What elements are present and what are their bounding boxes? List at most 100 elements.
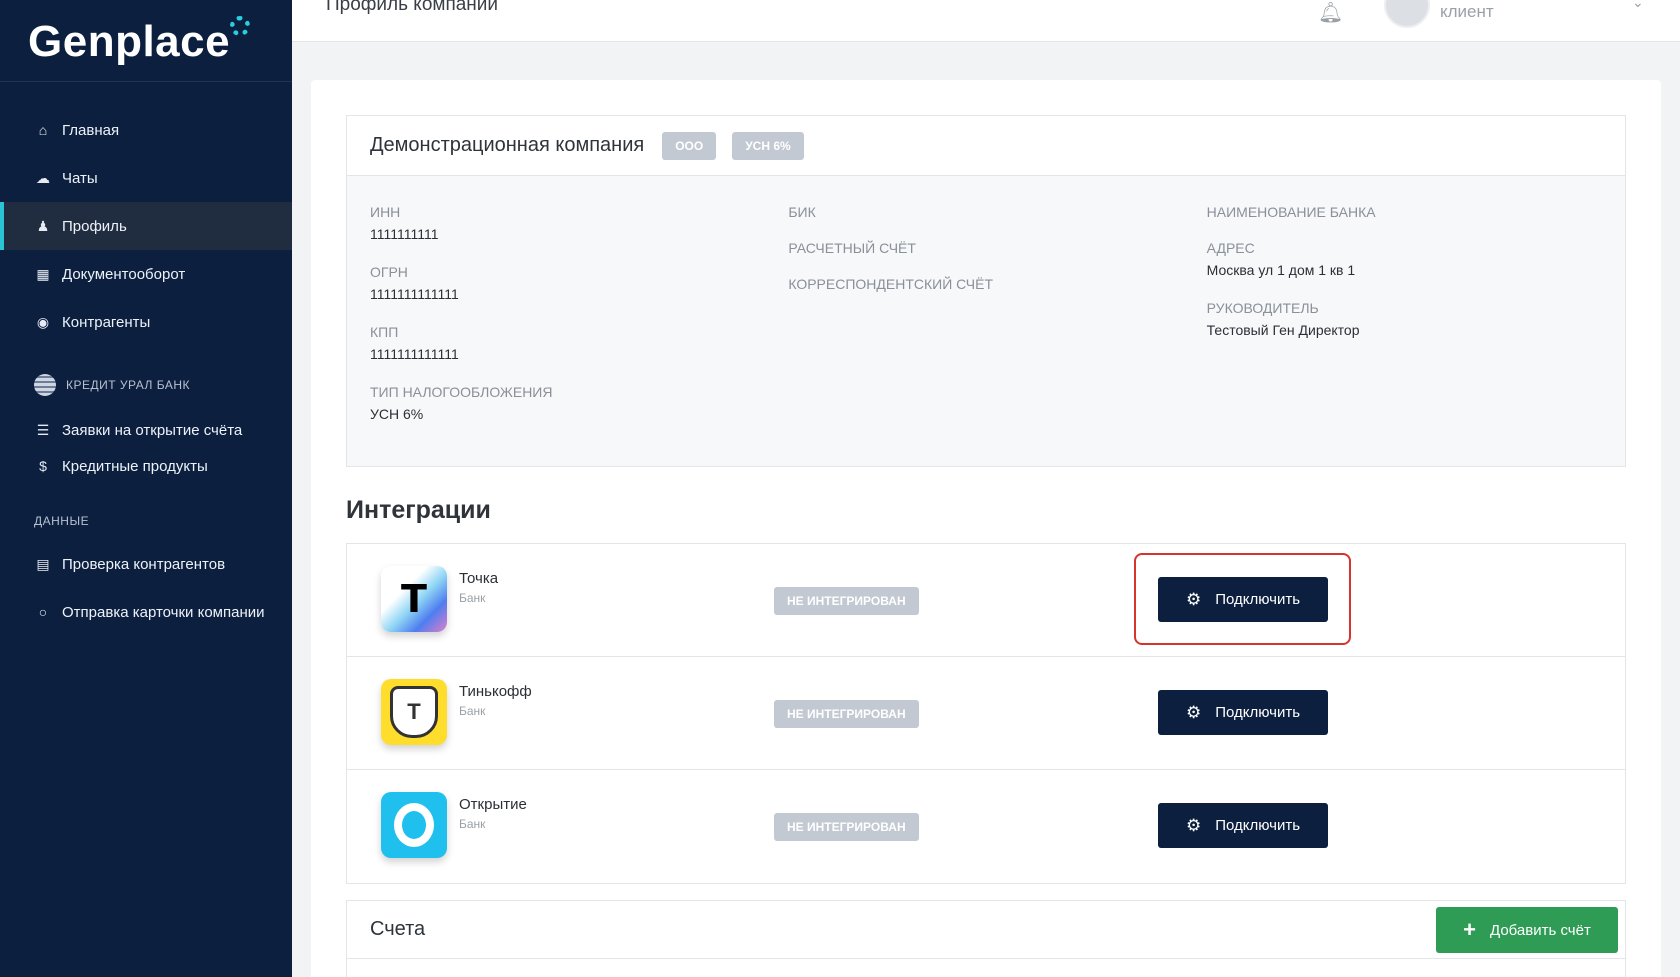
home-icon: ⌂: [38, 122, 48, 138]
sidebar-item-home[interactable]: ⌂ Главная: [0, 106, 292, 154]
accounts-header: Счета + Добавить счёт: [347, 901, 1625, 959]
logo-mark-icon: [230, 16, 251, 36]
list-icon: ☰: [36, 421, 50, 438]
profile-icon: ♟: [36, 217, 50, 234]
documents-icon: ▦: [36, 265, 50, 282]
otkritie-ring: [394, 803, 434, 847]
sidebar: Genplace ⌂ Главная ☁ Чаты ♟ Профиль ▦ До…: [0, 0, 292, 977]
bell-icon[interactable]: 🔔︎: [1318, 0, 1343, 25]
bank-name-label: НАИМЕНОВАНИЕ БАНКА: [1206, 204, 1376, 220]
page-title: Профиль компании: [326, 0, 499, 15]
sidebar-item-chats[interactable]: ☁ Чаты: [0, 154, 292, 202]
add-account-label: Добавить счёт: [1490, 921, 1591, 939]
connect-button[interactable]: ⚙ Подключить: [1158, 803, 1328, 848]
chat-icon: ☁: [36, 169, 50, 186]
connect-button-label: Подключить: [1215, 704, 1301, 721]
user-role[interactable]: клиент: [1440, 2, 1494, 22]
logo-text: Genplace: [28, 17, 231, 66]
settlement-account-label: РАСЧЕТНЫЙ СЧЁТ: [788, 240, 916, 256]
bank-logo-icon: [34, 374, 56, 396]
ogrn-label: ОГРН: [370, 264, 408, 280]
connect-button-label: Подключить: [1215, 817, 1301, 834]
details-column-1: ИНН 1111111111 ОГРН 1111111111111 КПП 11…: [370, 204, 788, 444]
tax-type-value: УСН 6%: [370, 406, 424, 422]
connect-button[interactable]: ⚙ Подключить: [1158, 577, 1328, 622]
address-value: Москва ул 1 дом 1 кв 1: [1206, 262, 1356, 278]
tinkoff-shield: Т: [390, 686, 438, 738]
correspondent-account-label: КОРРЕСПОНДЕНТСКИЙ СЧЁТ: [788, 276, 994, 292]
sidebar-item-check-counterparties[interactable]: ▤ Проверка контрагентов: [0, 540, 292, 588]
integrations-title: Интеграции: [346, 496, 491, 524]
circle-icon: ○: [38, 604, 48, 620]
tinkoff-logo-letter: Т: [407, 699, 421, 724]
dollar-icon: $: [39, 458, 47, 474]
chevron-down-icon[interactable]: ⌄: [1632, 0, 1644, 11]
director-label: РУКОВОДИТЕЛЬ: [1206, 300, 1319, 316]
sidebar-section-label: ДАННЫЕ: [34, 514, 90, 528]
integrations-list: Т Точка Банк НЕ ИНТЕГРИРОВАН ⚙ Подключит…: [346, 543, 1626, 884]
integration-type: Банк: [459, 704, 486, 718]
integration-row-tinkoff: Т Тинькофф Банк НЕ ИНТЕГРИРОВАН ⚙ Подклю…: [347, 657, 1625, 770]
gear-icon: ⚙: [1185, 589, 1202, 610]
sidebar-item-label: Документооборот: [62, 265, 186, 283]
gear-icon: ⚙: [1185, 702, 1202, 723]
inn-label: ИНН: [370, 204, 401, 220]
sidebar-item-label: Главная: [62, 121, 120, 139]
gear-icon: ⚙: [1185, 815, 1202, 836]
sidebar-item-account-requests[interactable]: ☰ Заявки на открытие счёта: [0, 412, 292, 448]
sidebar-section-bank: КРЕДИТ УРАЛ БАНК: [0, 346, 292, 412]
company-details: ИНН 1111111111 ОГРН 1111111111111 КПП 11…: [347, 176, 1625, 444]
sidebar-item-label: Кредитные продукты: [62, 457, 208, 475]
sidebar-item-label: Отправка карточки компании: [62, 603, 265, 621]
company-form-badge: ООО: [662, 131, 717, 160]
integration-row-tochka: Т Точка Банк НЕ ИНТЕГРИРОВАН ⚙ Подключит…: [347, 544, 1625, 657]
inn-value: 1111111111: [370, 226, 439, 242]
integration-row-otkritie: Открытие Банк НЕ ИНТЕГРИРОВАН ⚙ Подключи…: [347, 770, 1625, 883]
sidebar-item-label: Чаты: [62, 169, 98, 187]
tax-regime-badge: УСН 6%: [732, 131, 804, 160]
tinkoff-logo-icon: Т: [381, 679, 447, 745]
sidebar-item-label: Контрагенты: [62, 313, 151, 331]
target-icon: ◉: [36, 313, 50, 330]
add-account-button[interactable]: + Добавить счёт: [1436, 907, 1618, 953]
sidebar-section-data: ДАННЫЕ: [0, 484, 292, 540]
status-badge: НЕ ИНТЕГРИРОВАН: [774, 813, 919, 841]
accounts-section: Счета + Добавить счёт: [346, 900, 1626, 977]
director-value: Тестовый Ген Директор: [1206, 322, 1360, 338]
company-card-header: Демонстрационная компания ООО УСН 6%: [347, 116, 1625, 176]
sidebar-item-label: Профиль: [62, 217, 127, 235]
tochka-logo-icon: Т: [381, 566, 447, 632]
sidebar-item-credit-products[interactable]: $ Кредитные продукты: [0, 448, 292, 484]
status-badge: НЕ ИНТЕГРИРОВАН: [774, 700, 919, 728]
topbar: Профиль компании 🔔︎ клиент ⌄: [292, 0, 1680, 42]
connect-button[interactable]: ⚙ Подключить: [1158, 690, 1328, 735]
integration-type: Банк: [459, 817, 486, 831]
otkritie-logo-icon: [381, 792, 447, 858]
main-content: Демонстрационная компания ООО УСН 6% ИНН…: [311, 80, 1661, 977]
integration-type: Банк: [459, 591, 486, 605]
sidebar-item-counterparties[interactable]: ◉ Контрагенты: [0, 298, 292, 346]
status-badge: НЕ ИНТЕГРИРОВАН: [774, 587, 919, 615]
sidebar-item-documents[interactable]: ▦ Документооборот: [0, 250, 292, 298]
kpp-value: 1111111111111: [370, 346, 459, 362]
app-logo[interactable]: Genplace: [0, 0, 292, 82]
company-name: Демонстрационная компания: [370, 134, 645, 156]
integration-name: Точка: [459, 570, 499, 587]
accounts-title: Счета: [370, 918, 426, 940]
integration-name: Открытие: [459, 796, 527, 813]
tax-type-label: ТИП НАЛОГООБЛОЖЕНИЯ: [370, 384, 553, 400]
address-label: АДРЕС: [1206, 240, 1255, 256]
tochka-logo-letter: Т: [401, 577, 427, 621]
bik-label: БИК: [788, 204, 816, 220]
sidebar-item-label: Проверка контрагентов: [62, 555, 226, 573]
sidebar-item-send-company-card[interactable]: ○ Отправка карточки компании: [0, 588, 292, 636]
details-column-3: НАИМЕНОВАНИЕ БАНКА АДРЕС Москва ул 1 дом…: [1207, 204, 1625, 444]
sidebar-item-profile[interactable]: ♟ Профиль: [0, 202, 292, 250]
avatar[interactable]: [1384, 0, 1430, 28]
connect-button-label: Подключить: [1215, 591, 1301, 608]
company-card: Демонстрационная компания ООО УСН 6% ИНН…: [346, 115, 1626, 467]
card-icon: ▤: [36, 555, 50, 572]
integration-name: Тинькофф: [459, 683, 532, 700]
sidebar-item-label: Заявки на открытие счёта: [62, 421, 243, 439]
plus-icon: +: [1463, 917, 1477, 942]
